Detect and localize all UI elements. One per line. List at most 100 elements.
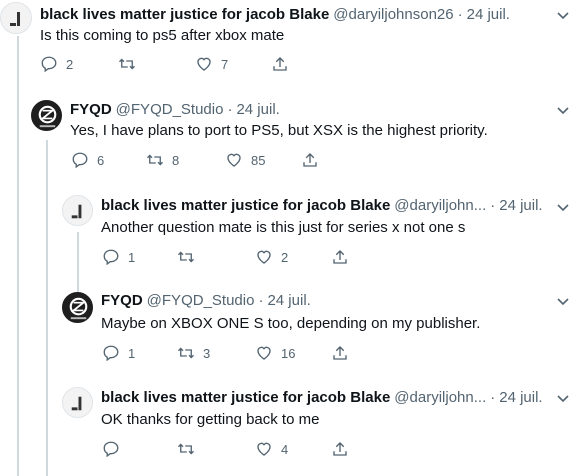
retweet-icon <box>178 251 194 263</box>
reply-icon <box>41 56 57 73</box>
like-count: 4 <box>281 441 289 457</box>
share-icon <box>333 250 347 264</box>
avatar[interactable] <box>0 2 32 34</box>
share-button[interactable] <box>301 150 319 170</box>
like-button[interactable]: 7 <box>195 54 228 74</box>
tweet[interactable]: black lives matter justice for jacob Bla… <box>0 193 581 283</box>
retweet-count: 8 <box>172 152 180 168</box>
separator-dot: · <box>490 389 496 406</box>
author-handle[interactable]: @FYQD_Studio <box>147 292 255 309</box>
tweet-actions: 1 3 16 <box>102 343 362 363</box>
retweet-icon <box>147 154 163 166</box>
retweet-icon <box>178 443 194 455</box>
share-icon <box>303 153 317 167</box>
separator-dot: · <box>258 292 264 309</box>
retweet-button[interactable]: 8 <box>146 150 179 170</box>
tweet-date[interactable]: 24 juil. <box>467 6 510 23</box>
tweet-actions: 2 7 <box>40 54 300 74</box>
author-name[interactable]: black lives matter justice for jacob Bla… <box>101 389 390 406</box>
reply-icon <box>103 345 119 362</box>
tweet-text: Another question mate is this just for s… <box>101 219 466 236</box>
reply-button[interactable]: 6 <box>71 150 104 170</box>
retweet-icon <box>119 58 135 70</box>
reply-count: 2 <box>66 56 74 72</box>
share-button[interactable] <box>271 54 289 74</box>
reply-count: 1 <box>128 249 136 265</box>
author-handle[interactable]: @daryiljohn... <box>394 197 486 214</box>
caret-down-icon[interactable] <box>555 7 571 23</box>
tweet-actions: 1 2 <box>102 247 362 267</box>
avatar[interactable] <box>62 292 93 323</box>
tweet-actions: 4 <box>102 439 362 459</box>
reply-button[interactable]: 1 <box>102 343 135 363</box>
tweet-text: Maybe on XBOX ONE S too, depending on my… <box>101 315 481 332</box>
share-icon <box>333 346 347 360</box>
tweet-text: Is this coming to ps5 after xbox mate <box>40 27 285 44</box>
reply-count: 6 <box>97 152 105 168</box>
tweet-header: FYQD @FYQD_Studio · 24 juil. <box>70 100 280 120</box>
like-count: 2 <box>281 249 289 265</box>
share-icon <box>273 57 287 71</box>
reply-icon <box>72 152 88 169</box>
avatar[interactable] <box>62 195 93 226</box>
avatar[interactable] <box>62 387 93 418</box>
reply-button[interactable]: 2 <box>40 54 73 74</box>
author-name[interactable]: black lives matter justice for jacob Bla… <box>40 6 329 23</box>
tweet[interactable]: FYQD @FYQD_Studio · 24 juil. Yes, I have pl… <box>0 96 581 186</box>
like-button[interactable]: 4 <box>255 439 288 459</box>
reply-icon <box>103 249 119 266</box>
retweet-button[interactable]: 3 <box>177 343 210 363</box>
caret-down-icon[interactable] <box>555 293 571 309</box>
share-button[interactable] <box>331 343 349 363</box>
author-name[interactable]: black lives matter justice for jacob Bla… <box>101 197 390 214</box>
tweet-date[interactable]: 24 juil. <box>499 389 542 406</box>
author-handle[interactable]: @daryiljohn... <box>394 389 486 406</box>
like-icon <box>257 442 271 456</box>
like-button[interactable]: 85 <box>225 150 265 170</box>
separator-dot: · <box>227 101 233 118</box>
reply-button[interactable]: 1 <box>102 247 135 267</box>
tweet-date[interactable]: 24 juil. <box>236 101 279 118</box>
tweet[interactable]: black lives matter justice for jacob Bla… <box>0 385 581 476</box>
tweet-text: Yes, I have plans to port to PS5, but XS… <box>70 122 488 139</box>
separator-dot: · <box>490 197 496 214</box>
like-count: 16 <box>281 345 296 361</box>
share-button[interactable] <box>331 247 349 267</box>
retweet-button[interactable] <box>177 439 203 459</box>
reply-icon <box>103 441 119 458</box>
like-button[interactable]: 2 <box>255 247 288 267</box>
share-button[interactable] <box>331 439 349 459</box>
like-count: 7 <box>221 56 229 72</box>
share-icon <box>333 442 347 456</box>
retweet-button[interactable] <box>177 247 203 267</box>
like-count: 85 <box>251 152 266 168</box>
author-handle[interactable]: @daryiljohnson26 <box>333 6 453 23</box>
author-handle[interactable]: @FYQD_Studio <box>116 101 224 118</box>
like-icon <box>227 153 241 167</box>
caret-down-icon[interactable] <box>555 102 571 118</box>
author-name[interactable]: FYQD <box>101 292 143 309</box>
like-icon <box>257 346 271 360</box>
tweet-date[interactable]: 24 juil. <box>267 292 310 309</box>
caret-down-icon[interactable] <box>555 390 571 406</box>
tweet[interactable]: FYQD @FYQD_Studio · 24 juil. Maybe on XBOX … <box>0 289 581 381</box>
author-name[interactable]: FYQD <box>70 101 112 118</box>
reply-count: 1 <box>128 345 136 361</box>
retweet-count: 3 <box>203 345 211 361</box>
tweet-header: black lives matter justice for jacob Bla… <box>101 388 543 408</box>
tweet-header: black lives matter justice for jacob Bla… <box>101 196 543 216</box>
tweet-actions: 6 8 85 <box>71 150 331 170</box>
retweet-icon <box>178 347 194 359</box>
separator-dot: · <box>457 6 463 23</box>
like-icon <box>257 250 271 264</box>
reply-button[interactable] <box>102 439 128 459</box>
retweet-button[interactable] <box>118 54 144 74</box>
tweet-date[interactable]: 24 juil. <box>499 197 542 214</box>
avatar[interactable] <box>31 100 62 131</box>
tweet[interactable]: black lives matter justice for jacob Bla… <box>0 0 581 80</box>
like-button[interactable]: 16 <box>255 343 295 363</box>
like-icon <box>197 57 211 71</box>
tweet-text: OK thanks for getting back to me <box>101 411 320 428</box>
tweet-header: black lives matter justice for jacob Bla… <box>40 5 510 25</box>
caret-down-icon[interactable] <box>555 199 571 215</box>
